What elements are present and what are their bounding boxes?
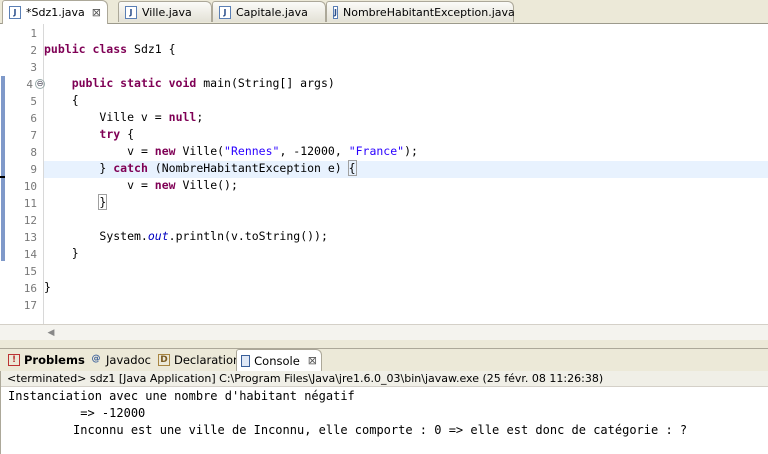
- tab-declaration[interactable]: D Declaration: [154, 350, 244, 370]
- code-editor[interactable]: 1 2 3 4 5 6 7 8 9 10 11 12 13 14 15 16 1…: [0, 24, 768, 341]
- javadoc-at-icon: @: [91, 354, 101, 364]
- line-number: 13: [23, 231, 37, 244]
- tab-label: Ville.java: [142, 5, 192, 19]
- tab-nombre-habitant-exception[interactable]: J NombreHabitantException.java: [326, 1, 515, 22]
- console-status: <terminated> sdz1 [Java Application] C:\…: [1, 371, 768, 387]
- problems-icon: !: [8, 354, 20, 366]
- console-output-line: Inconnu est une ville de Inconnu, elle c…: [8, 423, 688, 437]
- line-number: 14: [23, 248, 37, 261]
- code-line: v = new Ville();: [127, 178, 238, 192]
- code-line: try {: [99, 127, 135, 141]
- line-number-gutter: 1 2 3 4 5 6 7 8 9 10 11 12 13 14 15 16 1…: [5, 24, 45, 324]
- line-number: 11: [23, 197, 37, 210]
- tab-javadoc[interactable]: @ Javadoc: [86, 350, 155, 370]
- tab-ville[interactable]: J Ville.java: [118, 1, 212, 22]
- java-file-icon: J: [333, 5, 338, 19]
- code-line-current: } catch (NombreHabitantException e) {: [44, 160, 768, 178]
- line-number: 17: [23, 299, 37, 312]
- tab-label: *Sdz1.java: [26, 6, 85, 19]
- console-monitor-icon: [241, 354, 251, 367]
- view-tab-bar: ! Problems @ Javadoc D Declaration Conso…: [0, 348, 768, 372]
- line-number: 1: [30, 27, 37, 40]
- code-line: v = new Ville("Rennes", -12000, "France"…: [127, 144, 418, 158]
- line-number: 7: [30, 129, 37, 142]
- code-line: }: [44, 280, 51, 294]
- code-line: public class Sdz1 {: [44, 42, 176, 56]
- tab-label: NombreHabitantException.java: [342, 5, 515, 19]
- code-line: System.out.println(v.toString());: [99, 229, 328, 243]
- panel-sash[interactable]: [0, 340, 768, 348]
- line-number: 4: [26, 78, 33, 91]
- code-line: public static void main(String[] args): [71, 76, 335, 90]
- line-number: 3: [30, 61, 37, 74]
- line-number: 16: [23, 282, 37, 295]
- editor-tab-bar: J *Sdz1.java ⊠ J Ville.java J Capitale.j…: [0, 0, 768, 24]
- java-file-icon: J: [219, 5, 231, 19]
- line-number: 8: [30, 146, 37, 159]
- code-line: {: [71, 93, 79, 107]
- code-line: }: [71, 246, 79, 260]
- line-number: 5: [30, 95, 37, 108]
- close-console-icon[interactable]: ⊠: [308, 354, 317, 367]
- tab-label: Capitale.java: [236, 5, 308, 19]
- close-tab-icon[interactable]: ⊠: [92, 6, 101, 19]
- scroll-left-icon[interactable]: ◀: [44, 326, 58, 340]
- java-file-icon: J: [125, 5, 137, 19]
- horizontal-scrollbar[interactable]: ◀: [0, 324, 768, 341]
- java-file-icon: J: [9, 6, 21, 19]
- console-output-line: Instanciation avec une nombre d'habitant…: [8, 389, 355, 403]
- text-caret: [355, 162, 357, 175]
- code-text[interactable]: public class Sdz1 { public static void m…: [44, 24, 768, 324]
- declaration-icon: D: [158, 354, 170, 366]
- tab-console[interactable]: Console ⊠: [236, 349, 322, 371]
- line-number: 12: [23, 214, 37, 227]
- line-number: 9: [30, 163, 37, 176]
- line-number: 15: [23, 265, 37, 278]
- line-number: 2: [30, 44, 37, 57]
- line-number: 6: [30, 112, 37, 125]
- code-line: }: [98, 194, 108, 210]
- tab-capitale[interactable]: J Capitale.java: [212, 1, 326, 22]
- console-output-line: => -12000: [8, 406, 146, 420]
- code-line: Ville v = null;: [99, 110, 204, 124]
- console-view[interactable]: <terminated> sdz1 [Java Application] C:\…: [0, 371, 768, 454]
- tab-sdz1[interactable]: J *Sdz1.java ⊠: [2, 0, 108, 24]
- tab-problems[interactable]: ! Problems: [4, 350, 89, 370]
- line-number: 10: [23, 180, 37, 193]
